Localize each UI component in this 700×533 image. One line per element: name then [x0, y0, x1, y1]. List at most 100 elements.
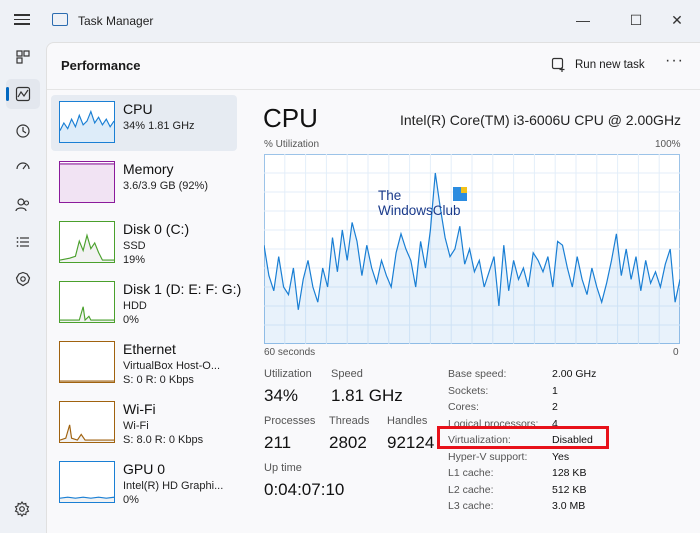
property-value: 512 KB: [552, 483, 587, 496]
nav-performance[interactable]: [6, 79, 40, 109]
resource-item[interactable]: GPU 0 Intel(R) HD Graphi... 0%: [51, 455, 237, 511]
resource-detail: 3.6/3.9 GB (92%): [123, 180, 208, 192]
title-bar: Task Manager — ☐ ✕: [0, 0, 700, 40]
graph-min-label: 0: [673, 347, 679, 358]
resource-name: Ethernet: [123, 341, 176, 357]
graph-label: % Utilization: [264, 139, 320, 150]
resource-sparkline: [59, 461, 115, 503]
graph-time-label: 60 seconds: [264, 347, 316, 358]
resource-name: Memory: [123, 161, 174, 177]
virtualization-highlight-box: [437, 426, 609, 449]
speed-label: Speed: [331, 368, 363, 380]
graph-max-label: 100%: [655, 139, 681, 150]
resource-value: 0%: [123, 494, 139, 506]
spark-fill: [60, 163, 114, 202]
resource-value: S: 0 R: 0 Kbps: [123, 374, 194, 386]
handles-label: Handles: [387, 415, 428, 427]
handles-value: 92124: [387, 433, 435, 452]
resource-name: GPU 0: [123, 461, 166, 477]
resource-sparkline: [59, 101, 115, 143]
property-key: Sockets:: [448, 384, 489, 397]
resource-detail: 34% 1.81 GHz: [123, 120, 195, 132]
threads-value: 2802: [329, 433, 367, 452]
nav-users[interactable]: [6, 190, 40, 220]
more-options-button[interactable]: ···: [665, 52, 684, 70]
resource-detail: Wi-Fi: [123, 420, 149, 432]
maximize-button[interactable]: ☐: [613, 6, 659, 34]
property-key: L2 cache:: [448, 483, 494, 496]
property-value: Yes: [552, 450, 570, 463]
nav-processes[interactable]: [6, 42, 40, 72]
threads-label: Threads: [329, 415, 370, 427]
task-manager-icon: [52, 13, 68, 26]
property-key: Cores:: [448, 401, 479, 413]
uptime-value: 0:04:07:10: [264, 480, 345, 499]
resource-sparkline: [59, 221, 115, 263]
utilization-label: Utilization: [264, 368, 312, 380]
nav-app-history[interactable]: [6, 116, 40, 146]
resource-name: Disk 0 (C:): [123, 221, 190, 237]
nav-startup-apps[interactable]: [6, 153, 40, 183]
resource-item[interactable]: CPU 34% 1.81 GHz: [51, 95, 237, 151]
resource-detail: SSD: [123, 240, 146, 252]
settings-icon[interactable]: [14, 501, 30, 517]
nav-services[interactable]: [6, 264, 40, 294]
watermark-logo: [453, 187, 467, 201]
cpu-model: Intel(R) Core(TM) i3-6006U CPU @ 2.00GHz: [400, 112, 682, 128]
speed-value: 1.81 GHz: [331, 386, 403, 405]
close-button[interactable]: ✕: [654, 6, 700, 34]
startup-apps-icon: [16, 162, 30, 170]
page-title: Performance: [61, 58, 141, 73]
header-divider: [47, 89, 700, 90]
property-key: Base speed:: [448, 368, 507, 380]
details-icon: [16, 237, 29, 247]
resource-item[interactable]: Memory 3.6/3.9 GB (92%): [51, 155, 237, 211]
spark-line: [60, 306, 114, 322]
resource-item[interactable]: Disk 0 (C:) SSD 19%: [51, 215, 237, 271]
processes-label: Processes: [264, 415, 316, 427]
property-value: 128 KB: [552, 467, 587, 479]
property-value: 2: [552, 401, 558, 413]
processes-icon: [16, 50, 30, 64]
resource-sparkline: [59, 161, 115, 203]
watermark-text: The WindowsClub: [378, 188, 461, 218]
property-value: 3.0 MB: [552, 500, 586, 512]
run-new-task-icon: [551, 57, 565, 72]
uptime-label: Up time: [264, 462, 302, 474]
hamburger-menu-icon[interactable]: [12, 11, 32, 29]
spark-fill: [60, 424, 114, 442]
resource-item[interactable]: Ethernet VirtualBox Host-O... S: 0 R: 0 …: [51, 335, 237, 391]
resource-sparkline: [59, 401, 115, 443]
property-key: L3 cache:: [448, 500, 494, 512]
resource-item[interactable]: Wi-Fi Wi-Fi S: 8.0 R: 0 Kbps: [51, 395, 237, 451]
property-key: Hyper-V support:: [448, 450, 528, 463]
performance-icon: [15, 86, 31, 102]
resource-value: S: 8.0 R: 0 Kbps: [123, 434, 204, 446]
cpu-utilization-graph: [264, 154, 680, 344]
resource-sparkline: [59, 281, 115, 323]
nav-details[interactable]: [6, 227, 40, 257]
minimize-button[interactable]: —: [560, 6, 606, 34]
resource-item[interactable]: Disk 1 (D: E: F: G:) HDD 0%: [51, 275, 241, 331]
processes-value: 211: [264, 433, 292, 452]
app-history-icon: [16, 124, 30, 138]
resource-detail: HDD: [123, 300, 147, 312]
property-value: 2.00 GHz: [552, 368, 597, 380]
run-new-task-label: Run new task: [575, 59, 645, 71]
resource-name: Wi-Fi: [123, 401, 156, 417]
performance-panel: Performance Run new task ··· CPU 34% 1.8…: [46, 42, 700, 533]
property-value: 1: [552, 384, 558, 397]
resource-name: CPU: [123, 101, 153, 117]
resource-value: 19%: [123, 254, 146, 266]
property-key: L1 cache:: [448, 467, 494, 479]
resource-value: 0%: [123, 314, 139, 326]
resource-detail: VirtualBox Host-O...: [123, 360, 220, 372]
services-icon: [15, 271, 31, 287]
users-icon: [15, 198, 30, 212]
detail-title: CPU: [263, 103, 318, 133]
resource-detail: Intel(R) HD Graphi...: [123, 480, 224, 492]
utilization-value: 34%: [264, 386, 299, 405]
resource-name: Disk 1 (D: E: F: G:): [123, 281, 242, 297]
window-title: Task Manager: [78, 14, 154, 28]
resource-sparkline: [59, 341, 115, 383]
